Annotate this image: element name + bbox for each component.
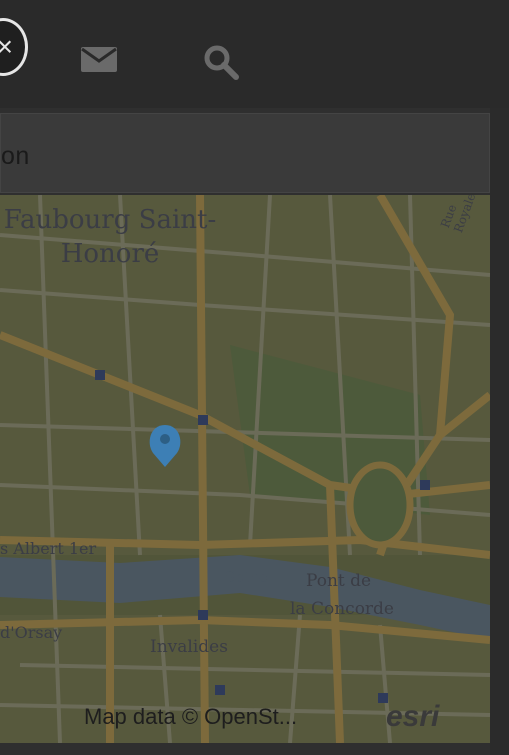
search-icon[interactable] bbox=[203, 44, 239, 80]
bridge-label-line1: Pont de bbox=[306, 571, 372, 591]
district-label: Faubourg Saint- Honoré bbox=[0, 203, 220, 271]
district-label-line1: Faubourg Saint- bbox=[3, 205, 217, 235]
close-icon: × bbox=[0, 31, 13, 62]
esri-logo: esri bbox=[386, 700, 440, 733]
place-de-la-concorde bbox=[346, 461, 414, 549]
map-view[interactable]: Faubourg Saint- Honoré s Albert 1er Pont… bbox=[0, 195, 490, 743]
map-attribution[interactable]: Map data © OpenSt... bbox=[84, 704, 297, 730]
screen: × on Faubourg Saint- Honoré s Albert 1er… bbox=[0, 0, 509, 755]
overlay-edge bbox=[490, 108, 509, 755]
district-label-line2: Honoré bbox=[60, 239, 160, 269]
invalides-label: Invalides bbox=[150, 637, 228, 657]
bridge-label-line2: la Concorde bbox=[290, 599, 394, 619]
location-search-field[interactable]: on bbox=[0, 113, 490, 193]
top-toolbar: × bbox=[0, 0, 509, 108]
street-label-orsay: d'Orsay bbox=[0, 623, 63, 642]
mail-icon[interactable] bbox=[80, 44, 118, 74]
location-field-value: on bbox=[1, 142, 30, 170]
street-label-albert: s Albert 1er bbox=[0, 539, 97, 558]
close-button[interactable]: × bbox=[0, 18, 28, 76]
map-tiles bbox=[0, 195, 490, 743]
seine-label: Seine bbox=[225, 568, 268, 586]
